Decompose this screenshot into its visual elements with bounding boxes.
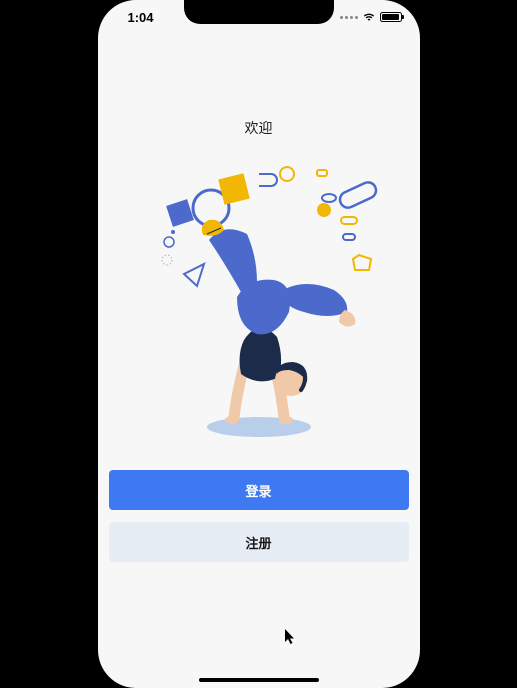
main-content: 欢迎 [98,40,420,562]
welcome-illustration [129,162,389,452]
phone-frame: 1:04 欢迎 [98,0,420,688]
status-time: 1:04 [128,10,154,25]
mouse-cursor [285,629,297,645]
page-title: 欢迎 [245,118,273,138]
register-button[interactable]: 注册 [109,522,409,562]
status-indicators [340,12,402,22]
wifi-icon [362,12,376,22]
notch [184,0,334,24]
cellular-icon [340,16,358,19]
login-button[interactable]: 登录 [109,470,409,510]
login-button-label: 登录 [245,481,271,500]
battery-icon [380,12,402,22]
button-group: 登录 注册 [109,470,409,562]
home-indicator[interactable] [199,678,319,682]
register-button-label: 注册 [245,533,271,552]
